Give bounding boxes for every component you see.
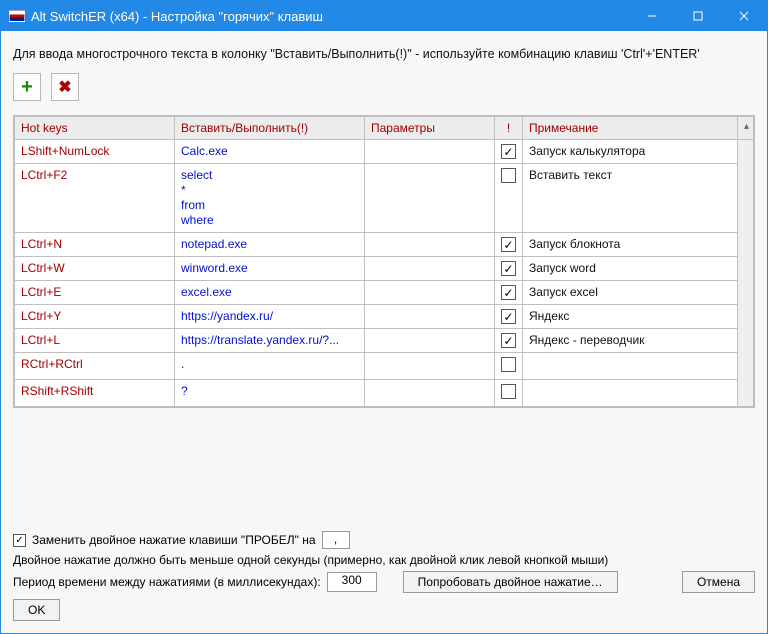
cell-insert[interactable]: https://yandex.ru/ (175, 305, 365, 329)
cell-params[interactable] (365, 233, 495, 257)
cell-bang[interactable] (495, 353, 523, 380)
grid-header-row: Hot keys Вставить/Выполнить(!) Параметры… (15, 117, 754, 140)
cell-hotkey[interactable]: LCtrl+E (15, 281, 175, 305)
cell-bang[interactable] (495, 233, 523, 257)
minimize-button[interactable] (629, 1, 675, 31)
bang-checkbox[interactable] (501, 357, 516, 372)
cell-hotkey[interactable]: LCtrl+N (15, 233, 175, 257)
delete-button[interactable]: ✖ (51, 73, 79, 101)
vertical-scrollbar[interactable] (738, 140, 754, 407)
cell-params[interactable] (365, 380, 495, 407)
cell-bang[interactable] (495, 380, 523, 407)
cell-hotkey[interactable]: RShift+RShift (15, 380, 175, 407)
table-row[interactable]: RShift+RShift? (15, 380, 754, 407)
cell-insert[interactable]: Calc.exe (175, 140, 365, 164)
cell-insert[interactable]: notepad.exe (175, 233, 365, 257)
cell-hotkey[interactable]: LShift+NumLock (15, 140, 175, 164)
table-row[interactable]: LCtrl+F2select * from where Вставить текс… (15, 164, 754, 233)
cell-bang[interactable] (495, 164, 523, 233)
scrollbar-head[interactable]: ▴ (738, 117, 754, 140)
ok-button[interactable]: OK (13, 599, 60, 621)
cell-params[interactable] (365, 257, 495, 281)
cell-hotkey[interactable]: RCtrl+RCtrl (15, 353, 175, 380)
cell-note[interactable]: Запуск word (523, 257, 738, 281)
cell-note[interactable]: Запуск калькулятора (523, 140, 738, 164)
replace-space-label: Заменить двойное нажатие клавиши "ПРОБЕЛ… (32, 533, 316, 547)
cell-params[interactable] (365, 140, 495, 164)
add-button[interactable]: + (13, 73, 41, 101)
table-row[interactable]: LCtrl+Nnotepad.exe Запуск блокнота (15, 233, 754, 257)
cell-bang[interactable] (495, 257, 523, 281)
cell-note[interactable]: Запуск блокнота (523, 233, 738, 257)
replace-space-input[interactable]: , (322, 531, 350, 549)
bang-checkbox[interactable] (501, 144, 516, 159)
hotkey-grid[interactable]: Hot keys Вставить/Выполнить(!) Параметры… (13, 115, 755, 408)
cell-note[interactable]: Вставить текст (523, 164, 738, 233)
close-button[interactable] (721, 1, 767, 31)
cell-insert[interactable]: winword.exe (175, 257, 365, 281)
table-row[interactable]: LCtrl+Wwinword.exe Запуск word (15, 257, 754, 281)
double-press-note: Двойное нажатие должно быть меньше одной… (13, 553, 608, 567)
col-params[interactable]: Параметры (365, 117, 495, 140)
titlebar: Alt SwitchER (x64) - Настройка "горячих"… (1, 1, 767, 31)
table-row[interactable]: LShift+NumLockCalc.exe Запуск калькулятор… (15, 140, 754, 164)
table-row[interactable]: RCtrl+RCtrl. (15, 353, 754, 380)
period-label: Период времени между нажатиями (в миллис… (13, 575, 321, 589)
try-double-press-button[interactable]: Попробовать двойное нажатие… (403, 571, 618, 593)
bang-checkbox[interactable] (501, 261, 516, 276)
cell-bang[interactable] (495, 140, 523, 164)
instruction-text: Для ввода многострочного текста в колонк… (13, 47, 755, 61)
cell-hotkey[interactable]: LCtrl+Y (15, 305, 175, 329)
cell-params[interactable] (365, 281, 495, 305)
cell-hotkey[interactable]: LCtrl+W (15, 257, 175, 281)
plus-icon: + (21, 76, 33, 99)
cell-note[interactable]: Яндекс - переводчик (523, 329, 738, 353)
cell-insert[interactable]: ? (175, 380, 365, 407)
cell-insert[interactable]: . (175, 353, 365, 380)
maximize-button[interactable] (675, 1, 721, 31)
col-insert[interactable]: Вставить/Выполнить(!) (175, 117, 365, 140)
cell-insert[interactable]: https://translate.yandex.ru/?... (175, 329, 365, 353)
cell-hotkey[interactable]: LCtrl+L (15, 329, 175, 353)
bang-checkbox[interactable] (501, 237, 516, 252)
cell-note[interactable] (523, 380, 738, 407)
table-row[interactable]: LCtrl+Yhttps://yandex.ru/Яндекс (15, 305, 754, 329)
cell-bang[interactable] (495, 329, 523, 353)
col-note[interactable]: Примечание (523, 117, 738, 140)
replace-space-checkbox[interactable] (13, 534, 26, 547)
bang-checkbox[interactable] (501, 168, 516, 183)
table-row[interactable]: LCtrl+Eexcel.exe Запуск excel (15, 281, 754, 305)
col-hotkeys[interactable]: Hot keys (15, 117, 175, 140)
window-title: Alt SwitchER (x64) - Настройка "горячих"… (31, 9, 629, 24)
chevron-up-icon: ▴ (744, 121, 747, 132)
cell-note[interactable] (523, 353, 738, 380)
cell-note[interactable]: Яндекс (523, 305, 738, 329)
bang-checkbox[interactable] (501, 309, 516, 324)
bang-checkbox[interactable] (501, 384, 516, 399)
cell-params[interactable] (365, 353, 495, 380)
bottom-panel: Заменить двойное нажатие клавиши "ПРОБЕЛ… (13, 519, 755, 621)
cell-hotkey[interactable]: LCtrl+F2 (15, 164, 175, 233)
delete-icon: ✖ (58, 77, 71, 97)
cell-bang[interactable] (495, 281, 523, 305)
period-input[interactable]: 300 (327, 572, 377, 592)
flag-icon (9, 10, 25, 22)
cell-insert[interactable]: excel.exe (175, 281, 365, 305)
col-bang[interactable]: ! (495, 117, 523, 140)
table-row[interactable]: LCtrl+Lhttps://translate.yandex.ru/?... Я… (15, 329, 754, 353)
cell-params[interactable] (365, 164, 495, 233)
toolbar: + ✖ (13, 73, 755, 101)
cell-bang[interactable] (495, 305, 523, 329)
cell-note[interactable]: Запуск excel (523, 281, 738, 305)
cell-params[interactable] (365, 329, 495, 353)
bang-checkbox[interactable] (501, 285, 516, 300)
cell-insert[interactable]: select * from where (175, 164, 365, 233)
cell-params[interactable] (365, 305, 495, 329)
bang-checkbox[interactable] (501, 333, 516, 348)
cancel-button[interactable]: Отмена (682, 571, 755, 593)
